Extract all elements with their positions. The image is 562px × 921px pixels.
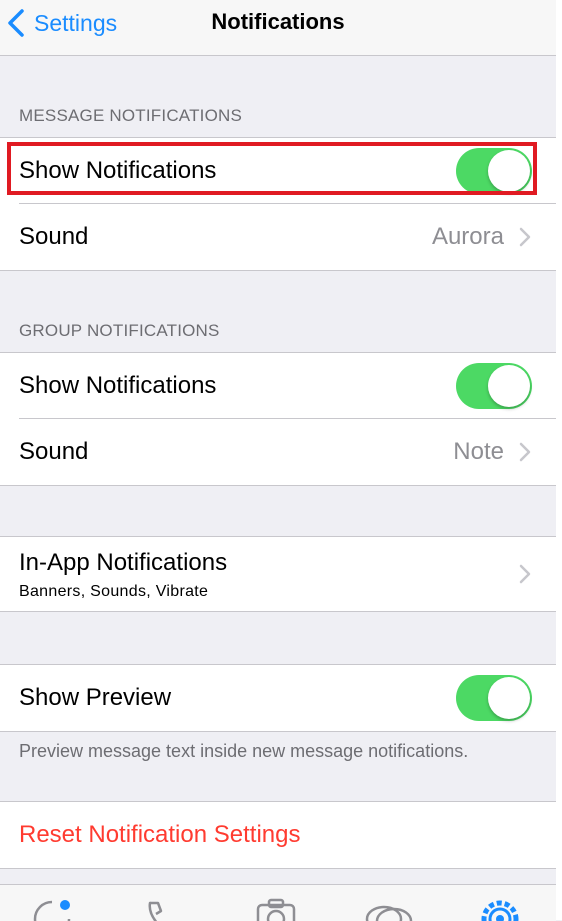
camera-icon[interactable] xyxy=(254,897,298,921)
message-show-notifications-label: Show Notifications xyxy=(19,157,217,184)
group-sound-value: Note xyxy=(453,438,504,465)
status-icon[interactable] xyxy=(30,897,74,921)
group-show-notifications-toggle[interactable] xyxy=(456,363,532,409)
message-sound-label: Sound xyxy=(19,223,89,250)
toggle-knob xyxy=(488,365,530,407)
group-show-notifications-row[interactable]: Show Notifications xyxy=(0,353,556,419)
in-app-notifications-label: In-App Notifications xyxy=(19,549,228,576)
reset-notification-settings-button[interactable]: Reset Notification Settings xyxy=(0,802,556,868)
preview-group: Show Preview xyxy=(0,664,556,732)
chevron-right-icon xyxy=(519,227,531,247)
in-app-notifications-subtitle: Banners, Sounds, Vibrate xyxy=(19,583,209,600)
message-show-notifications-row[interactable]: Show Notifications xyxy=(0,138,556,204)
group-sound-label: Sound xyxy=(19,438,89,465)
reset-notification-settings-label: Reset Notification Settings xyxy=(19,821,301,848)
show-preview-row[interactable]: Show Preview xyxy=(0,665,556,731)
preview-footer-text: Preview message text inside new message … xyxy=(19,741,469,761)
show-preview-label: Show Preview xyxy=(19,684,172,711)
group-show-notifications-label: Show Notifications xyxy=(19,372,217,399)
navigation-bar: Settings Notifications xyxy=(0,0,556,56)
page-title: Notifications xyxy=(211,9,345,34)
in-app-group: In-App Notifications Banners, Sounds, Vi… xyxy=(0,536,556,612)
in-app-notifications-row[interactable]: In-App Notifications Banners, Sounds, Vi… xyxy=(0,537,556,611)
group-sound-row[interactable]: Sound Note xyxy=(0,419,556,485)
message-show-notifications-toggle[interactable] xyxy=(456,148,532,194)
reset-group: Reset Notification Settings xyxy=(0,801,556,869)
message-sound-value: Aurora xyxy=(431,223,504,250)
message-sound-row[interactable]: Sound Aurora xyxy=(0,204,556,270)
chevron-right-icon xyxy=(519,564,531,584)
chats-icon[interactable] xyxy=(364,897,414,921)
calls-icon[interactable] xyxy=(142,897,186,921)
group-notifications-group: Show Notifications Sound Note xyxy=(0,352,556,486)
message-notifications-group: Show Notifications Sound Aurora xyxy=(0,137,556,271)
tab-bar xyxy=(0,884,556,921)
settings-icon[interactable] xyxy=(478,897,522,921)
right-edge-strip xyxy=(556,0,562,920)
toggle-knob xyxy=(488,150,530,192)
section-header-group: GROUP NOTIFICATIONS xyxy=(19,321,220,340)
chevron-right-icon xyxy=(519,442,531,462)
toggle-knob xyxy=(488,677,530,719)
section-header-message: MESSAGE NOTIFICATIONS xyxy=(19,106,243,125)
show-preview-toggle[interactable] xyxy=(456,675,532,721)
